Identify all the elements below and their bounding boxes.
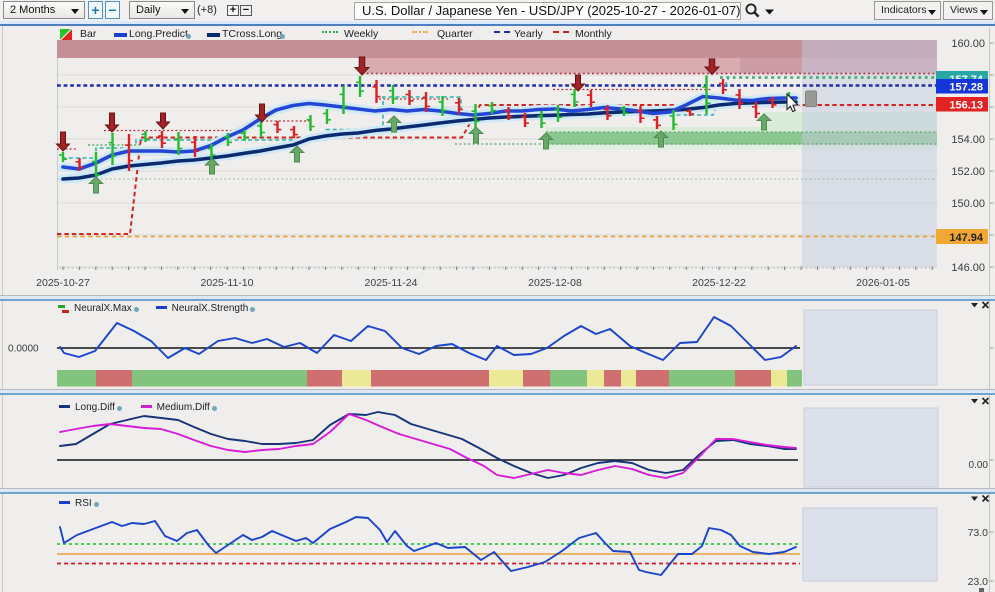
svg-text:2025-12-22: 2025-12-22 (692, 277, 746, 289)
svg-text:73.0: 73.0 (968, 527, 989, 539)
svg-text:2025-11-24: 2025-11-24 (365, 277, 418, 289)
svg-text:160.00: 160.00 (951, 38, 985, 50)
svg-text:2025-10-27: 2025-10-27 (36, 277, 90, 289)
svg-text:0.00: 0.00 (969, 460, 989, 471)
svg-text:152.00: 152.00 (951, 166, 985, 178)
svg-text:150.00: 150.00 (951, 198, 985, 210)
svg-text:146.00: 146.00 (951, 262, 985, 274)
svg-text:23.0: 23.0 (968, 576, 989, 588)
svg-text:0.0000: 0.0000 (8, 344, 39, 355)
svg-text:2026-01-05: 2026-01-05 (856, 277, 910, 289)
svg-text:156.13: 156.13 (949, 100, 983, 112)
svg-text:154.00: 154.00 (951, 134, 985, 146)
svg-text:2025-11-10: 2025-11-10 (201, 277, 254, 289)
svg-text:2025-12-08: 2025-12-08 (528, 277, 582, 289)
svg-text:157.28: 157.28 (949, 82, 983, 94)
svg-text:147.94: 147.94 (949, 232, 984, 244)
